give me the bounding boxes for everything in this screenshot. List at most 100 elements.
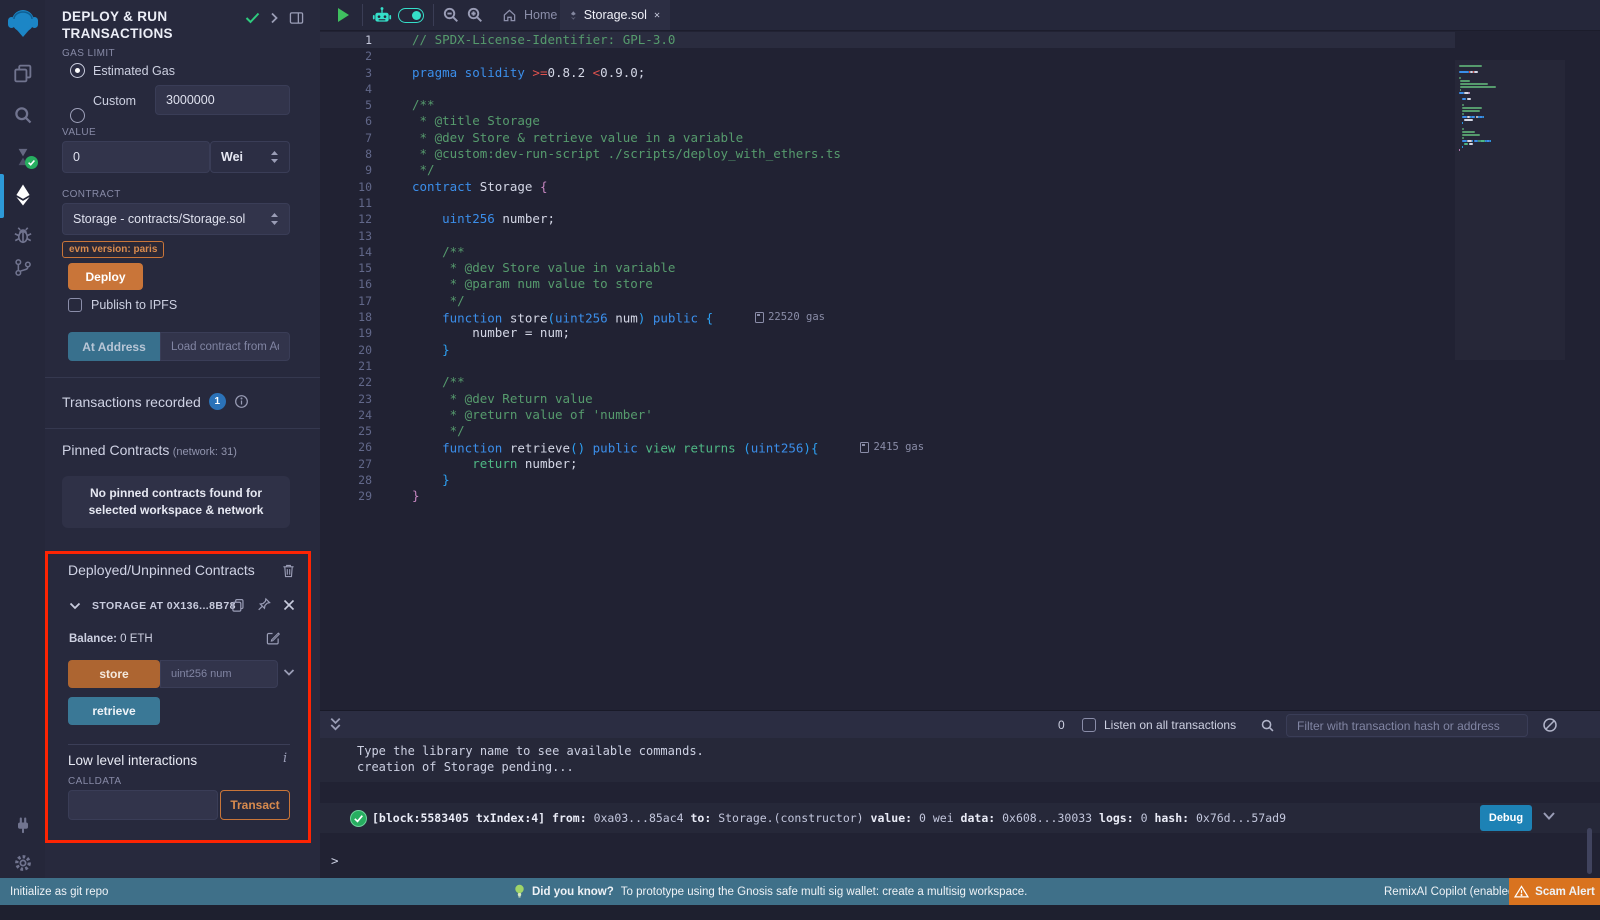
code-line[interactable]: 13 — [320, 228, 1455, 244]
code-line[interactable]: 24 * @return value of 'number' — [320, 407, 1455, 423]
home-icon — [502, 8, 517, 22]
code-line[interactable]: 25 */ — [320, 423, 1455, 439]
zoom-in-icon[interactable] — [466, 6, 484, 24]
copy-icon[interactable] — [231, 598, 245, 613]
code-line[interactable]: 22 /** — [320, 374, 1455, 390]
code-line[interactable]: 7 * @dev Store & retrieve value in a var… — [320, 130, 1455, 146]
code-line[interactable]: 14 /** — [320, 244, 1455, 260]
tx-expand-chevron-icon[interactable] — [1542, 811, 1556, 821]
at-address-input[interactable] — [160, 332, 290, 361]
pin-panel-chevron-icon[interactable] — [269, 12, 279, 24]
did-you-know-tip: Did you know? To prototype using the Gno… — [514, 878, 1027, 905]
code-line[interactable]: 26 function retrieve() public view retur… — [320, 439, 1455, 455]
value-unit-select[interactable]: Wei — [210, 141, 290, 173]
filter-tx-input[interactable] — [1286, 714, 1528, 737]
remix-logo-icon[interactable] — [0, 6, 45, 40]
low-level-info-icon[interactable]: i — [283, 751, 287, 766]
store-expand-chevron-icon[interactable] — [283, 668, 295, 677]
code-line[interactable]: 21 — [320, 358, 1455, 374]
listen-all-checkbox[interactable] — [1082, 718, 1096, 732]
solidity-compiler-icon[interactable] — [0, 140, 45, 174]
code-line[interactable]: 19 number = num; — [320, 325, 1455, 341]
run-script-play-icon[interactable] — [338, 8, 349, 22]
panel-check-icon — [245, 12, 260, 24]
stepper-icon — [270, 212, 279, 226]
code-line[interactable]: 15 * @dev Store value in variable — [320, 260, 1455, 276]
scam-alert-button[interactable]: Scam Alert — [1509, 878, 1600, 905]
code-line[interactable]: 2 — [320, 48, 1455, 64]
code-line[interactable]: 20 } — [320, 342, 1455, 358]
calldata-input[interactable] — [68, 790, 218, 820]
split-view-icon[interactable] — [289, 11, 304, 25]
tab-home[interactable]: Home — [492, 0, 567, 30]
code-line[interactable]: 23 * @dev Return value — [320, 391, 1455, 407]
debug-button[interactable]: Debug — [1480, 805, 1532, 831]
status-bar: Initialize as git repo Did you know? To … — [0, 878, 1600, 905]
pin-icon[interactable] — [257, 597, 271, 613]
deploy-and-run-icon[interactable] — [0, 178, 45, 212]
at-address-button[interactable]: At Address — [68, 332, 160, 361]
retrieve-function-button[interactable]: retrieve — [68, 697, 160, 725]
tab-storage-sol[interactable]: Storage.sol — [560, 0, 670, 30]
editor-tabbar: Home Storage.sol — [320, 0, 1600, 31]
copilot-status[interactable]: RemixAI Copilot (enabled) — [1384, 878, 1518, 905]
clear-console-icon[interactable] — [1542, 717, 1558, 733]
code-line[interactable]: 27 return number; — [320, 456, 1455, 472]
tip-bold: Did you know? — [532, 886, 614, 898]
custom-gas-input[interactable] — [155, 85, 290, 115]
code-line[interactable]: 1// SPDX-License-Identifier: GPL-3.0 — [320, 32, 1455, 48]
minimap[interactable] — [1455, 60, 1565, 360]
terminal-scrollbar[interactable] — [1587, 828, 1592, 874]
terminal-prompt[interactable]: > — [331, 853, 339, 868]
trash-icon[interactable] — [282, 563, 295, 578]
terminal-intro: Type the library name to see available c… — [320, 738, 1600, 782]
publish-ipfs-checkbox[interactable] — [68, 298, 82, 312]
debugger-icon[interactable] — [0, 218, 45, 252]
settings-gear-icon[interactable] — [0, 846, 45, 880]
estimated-gas-radio[interactable] — [70, 63, 85, 78]
copilot-toggle[interactable] — [398, 8, 424, 23]
file-explorer-icon[interactable] — [0, 56, 45, 90]
code-editor[interactable]: 1// SPDX-License-Identifier: GPL-3.023pr… — [320, 30, 1600, 710]
value-input[interactable] — [62, 141, 210, 173]
plugin-manager-icon[interactable] — [0, 808, 45, 842]
code-line[interactable]: 11 — [320, 195, 1455, 211]
transaction-log-row[interactable]: [block:5583405 txIndex:4] from: 0xa03...… — [320, 803, 1600, 833]
code-line[interactable]: 12 uint256 number; — [320, 211, 1455, 227]
edit-balance-icon[interactable] — [266, 631, 280, 645]
git-icon[interactable] — [0, 250, 45, 284]
search-icon[interactable] — [0, 98, 45, 132]
code-line[interactable]: 3pragma solidity >=0.8.2 <0.9.0; — [320, 65, 1455, 81]
info-icon[interactable] — [234, 394, 249, 409]
code-line[interactable]: 17 */ — [320, 293, 1455, 309]
estimated-gas-label: Estimated Gas — [93, 64, 175, 78]
code-line[interactable]: 8 * @custom:dev-run-script ./scripts/dep… — [320, 146, 1455, 162]
code-line[interactable]: 6 * @title Storage — [320, 113, 1455, 129]
zoom-out-icon[interactable] — [442, 6, 460, 24]
expand-terminal-icon[interactable] — [329, 716, 342, 733]
code-line[interactable]: 18 function store(uint256 num) public {2… — [320, 309, 1455, 325]
terminal-search-icon[interactable] — [1260, 718, 1275, 733]
code-line[interactable]: 4 — [320, 81, 1455, 97]
code-line[interactable]: 16 * @param num value to store — [320, 276, 1455, 292]
custom-gas-radio[interactable] — [70, 108, 85, 123]
ai-assistant-robot-icon[interactable] — [372, 5, 392, 25]
code-line[interactable]: 5/** — [320, 97, 1455, 113]
git-init-status[interactable]: Initialize as git repo — [10, 886, 108, 898]
deploy-button[interactable]: Deploy — [68, 263, 143, 290]
terminal-body[interactable]: Type the library name to see available c… — [320, 738, 1600, 878]
code-line[interactable]: 28 } — [320, 472, 1455, 488]
store-arg-input[interactable] — [160, 660, 278, 688]
remove-contract-icon[interactable] — [283, 599, 295, 611]
code-line[interactable]: 9 */ — [320, 162, 1455, 178]
store-function-button[interactable]: store — [68, 660, 160, 688]
code-line[interactable]: 10contract Storage { — [320, 179, 1455, 195]
transact-button[interactable]: Transact — [220, 790, 290, 820]
custom-gas-label: Custom — [93, 94, 136, 108]
close-tab-icon[interactable] — [654, 10, 660, 20]
balance-value: 0 ETH — [120, 633, 153, 645]
contract-collapse-chevron-icon[interactable] — [69, 601, 81, 610]
card-divider — [68, 744, 290, 745]
contract-select[interactable]: Storage - contracts/Storage.sol — [62, 203, 290, 235]
code-line[interactable]: 29} — [320, 488, 1455, 504]
